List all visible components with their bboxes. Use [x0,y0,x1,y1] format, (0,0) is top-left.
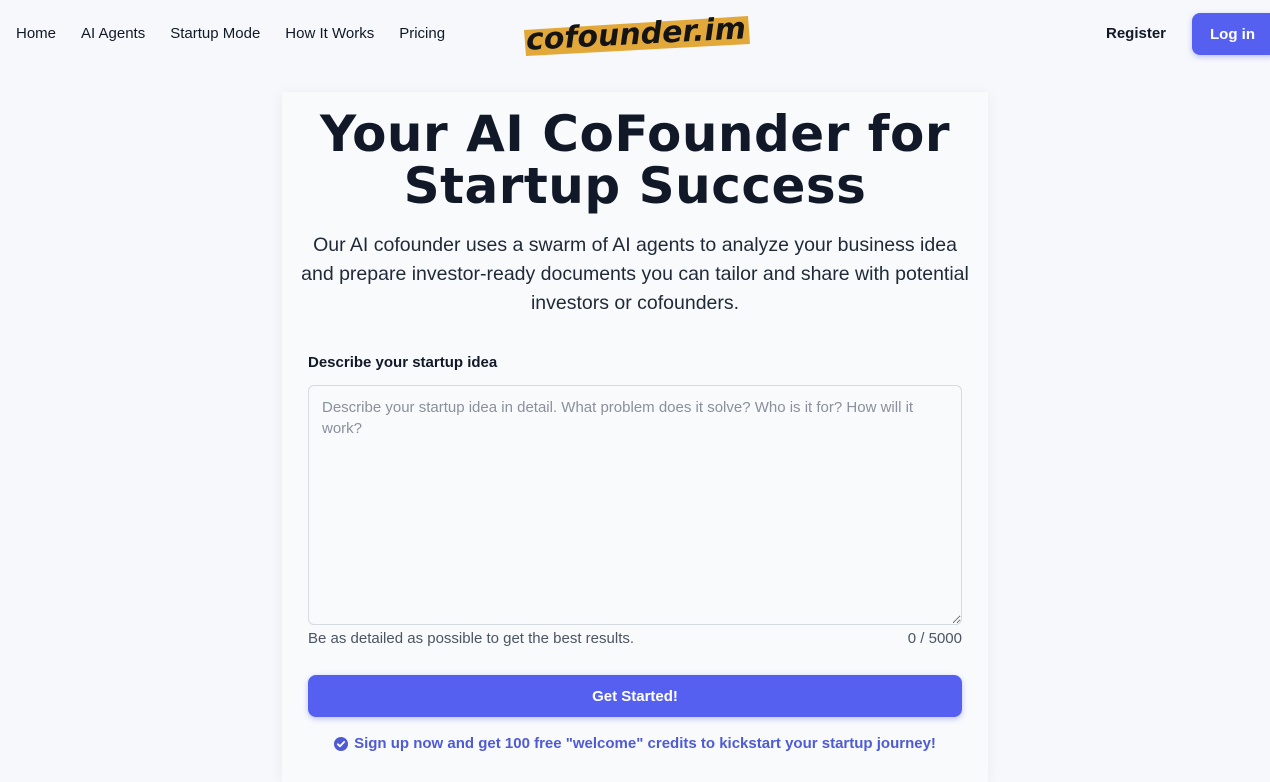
page-title: Your AI CoFounder for Startup Success [0,108,1270,212]
startup-idea-input[interactable] [308,385,962,625]
brand-logo[interactable]: cofounder.im [520,10,752,60]
brand-logo-text: cofounder.im [525,11,747,57]
idea-hint-text: Be as detailed as possible to get the be… [308,630,635,647]
login-button[interactable]: Log in [1192,13,1270,55]
nav-link-pricing[interactable]: Pricing [399,24,445,44]
check-circle-icon [334,736,349,751]
main-nav: Home AI Agents Startup Mode How It Works… [16,24,470,44]
top-navigation: Home AI Agents Startup Mode How It Works… [0,0,1270,70]
promo-text: Sign up now and get 100 free "welcome" c… [354,735,936,752]
page-title-line-2: Startup Success [403,157,867,215]
nav-link-home[interactable]: Home [16,24,56,44]
get-started-button[interactable]: Get Started! [308,675,962,717]
hero-subtitle: Our AI cofounder uses a swarm of AI agen… [301,234,969,314]
idea-field-label: Describe your startup idea [308,354,498,371]
character-counter: 0 / 5000 [907,630,962,647]
brand-logo-graphic: cofounder.im [524,11,750,58]
nav-link-ai-agents[interactable]: AI Agents [81,24,145,44]
register-link[interactable]: Register [1106,24,1166,44]
nav-link-startup-mode[interactable]: Startup Mode [170,24,260,44]
promo-banner[interactable]: Sign up now and get 100 free "welcome" c… [0,735,1270,752]
nav-link-how-it-works[interactable]: How It Works [285,24,374,44]
page-title-line-1: Your AI CoFounder for [319,105,951,163]
